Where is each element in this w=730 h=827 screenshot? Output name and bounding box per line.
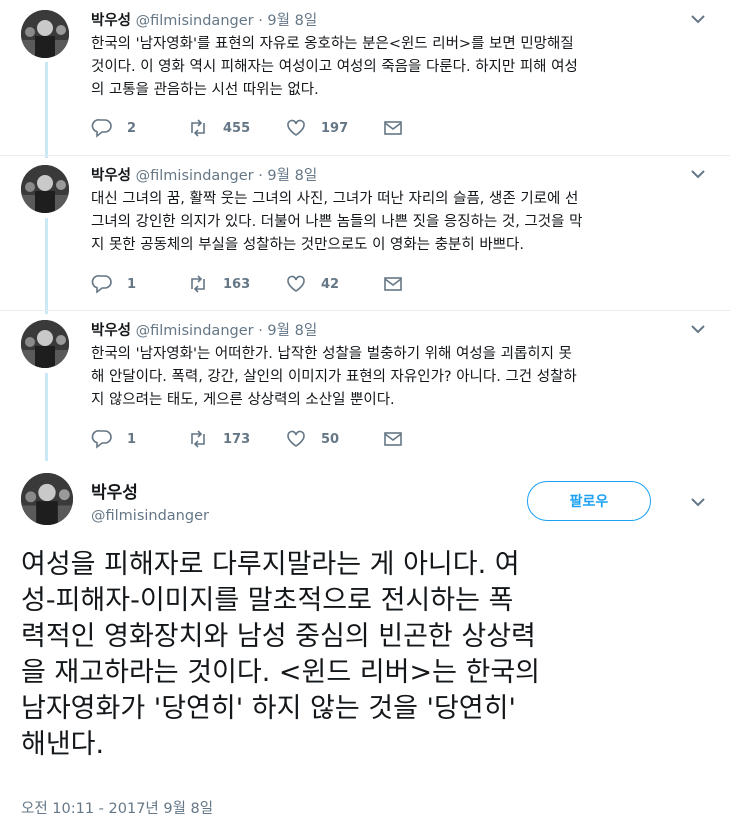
envelope-icon [384, 432, 402, 446]
author-meta[interactable]: @filmisindanger · 9월 8일 [136, 168, 318, 184]
text-line: 지 못한 공동체의 부실을 성찰하는 것만으로도 이 영화는 충분히 바쁘다. [91, 237, 524, 253]
text-line: 을 재고하라는 것이다. <윈드 리버>는 한국의 [21, 657, 541, 688]
text-line: 대신 그녀의 꿈, 활짝 웃는 그녀의 사진, 그녀가 떠난 자리의 슬픔, 생… [91, 191, 579, 207]
tweet-actions: 1 173 50 [91, 429, 421, 449]
reply-count: 1 [127, 276, 137, 292]
envelope-icon [384, 277, 402, 291]
tweet-header: 박우성 @filmisindanger · 9월 8일 [91, 9, 317, 30]
author-meta[interactable]: @filmisindanger · 9월 8일 [136, 323, 318, 339]
avatar[interactable] [21, 165, 69, 213]
avatar-photo [21, 10, 69, 58]
avatar-photo [21, 473, 73, 525]
chevron-down-icon[interactable] [688, 12, 708, 26]
main-tweet-text: 여성을 피해자로 다루지말라는 게 아니다. 여 성-피해자-이미지를 말초적으… [21, 547, 706, 763]
retweet-count: 173 [223, 431, 251, 447]
reply-count: 2 [127, 120, 137, 136]
heart-icon [287, 275, 305, 292]
dm-button[interactable] [383, 429, 417, 449]
retweet-button[interactable]: 163 [187, 274, 250, 294]
retweet-button[interactable]: 173 [187, 429, 250, 449]
avatar[interactable] [21, 320, 69, 368]
text-line: 해낸다. [21, 729, 105, 760]
like-button[interactable]: 42 [285, 274, 339, 294]
text-line: 남자영화가 '당연히' 하지 않는 것을 '당연히' [21, 693, 516, 724]
envelope-icon [384, 121, 402, 135]
tweet-text: 한국의 '남자영화'는 어떠한가. 납작한 성찰을 벌충하기 위해 여성을 괴롭… [91, 343, 691, 412]
avatar-photo [21, 320, 69, 368]
like-count: 50 [321, 431, 340, 447]
author-name[interactable]: 박우성 [91, 323, 131, 339]
follow-button[interactable]: 팔로우 [527, 481, 651, 521]
text-line: 력적인 영화장치와 남성 중심의 빈곤한 상상력 [21, 621, 536, 652]
chevron-down-icon[interactable] [688, 167, 708, 181]
author-handle[interactable]: @filmisindanger [91, 508, 209, 524]
reply-button[interactable]: 2 [91, 118, 136, 138]
avatar[interactable] [21, 473, 73, 525]
author-meta[interactable]: @filmisindanger · 9월 8일 [136, 13, 318, 29]
thread-tweet[interactable]: 박우성 @filmisindanger · 9월 8일 한국의 '남자영화'를 … [0, 0, 730, 155]
chevron-down-icon[interactable] [688, 495, 708, 509]
text-line: 성-피해자-이미지를 말초적으로 전시하는 폭 [21, 585, 514, 616]
like-count: 42 [321, 276, 340, 292]
reply-icon [91, 119, 112, 138]
retweet-icon [191, 119, 205, 137]
author-name[interactable]: 박우성 [91, 478, 138, 503]
retweet-count: 455 [223, 120, 251, 136]
reply-icon [91, 275, 112, 294]
like-button[interactable]: 197 [285, 118, 348, 138]
heart-icon [287, 430, 305, 447]
reply-button[interactable]: 1 [91, 274, 136, 294]
retweet-icon [191, 275, 205, 293]
author-name[interactable]: 박우성 [91, 13, 131, 29]
text-line: 해 안달이다. 폭력, 강간, 살인의 이미지가 표현의 자유인가? 아니다. … [91, 369, 577, 385]
text-line: 그녀의 강인한 의지가 있다. 더불어 나쁜 놈들의 나쁜 짓을 응징하는 것,… [91, 214, 583, 230]
tweet-header: 박우성 @filmisindanger · 9월 8일 [91, 164, 317, 185]
avatar[interactable] [21, 10, 69, 58]
tweet-actions: 1 163 42 [91, 274, 421, 294]
reply-count: 1 [127, 431, 137, 447]
retweet-button[interactable]: 455 [187, 118, 250, 138]
tweet-header: 박우성 @filmisindanger · 9월 8일 [91, 319, 317, 340]
text-line: 여성을 피해자로 다루지말라는 게 아니다. 여 [21, 549, 520, 580]
chevron-down-icon[interactable] [688, 322, 708, 336]
retweet-icon [191, 430, 205, 448]
reply-button[interactable]: 1 [91, 429, 136, 449]
tweet-text: 대신 그녀의 꿈, 활짝 웃는 그녀의 사진, 그녀가 떠난 자리의 슬픔, 생… [91, 188, 691, 257]
retweet-count: 163 [223, 276, 251, 292]
dm-button[interactable] [383, 274, 417, 294]
tweet-text: 한국의 '남자영화'를 표현의 자유로 옹호하는 분은<윈드 리버>를 보면 민… [91, 33, 691, 102]
text-line: 한국의 '남자영화'를 표현의 자유로 옹호하는 분은<윈드 리버>를 보면 민… [91, 36, 574, 52]
thread-tweet[interactable]: 박우성 @filmisindanger · 9월 8일 한국의 '남자영화'는 … [0, 311, 730, 461]
like-button[interactable]: 50 [285, 429, 339, 449]
text-line: 지 않으려는 태도, 게으른 상상력의 소산일 뿐이다. [91, 392, 395, 408]
thread-tweet[interactable]: 박우성 @filmisindanger · 9월 8일 대신 그녀의 꿈, 활짝… [0, 156, 730, 311]
tweet-timestamp[interactable]: 오전 10:11 - 2017년 9월 8일 [21, 797, 213, 818]
dm-button[interactable] [383, 118, 417, 138]
reply-icon [91, 430, 112, 449]
text-line: 것이다. 이 영화 역시 피해자는 여성이고 여성의 죽음을 다룬다. 하지만 … [91, 59, 578, 75]
text-line: 의 고통을 관음하는 시선 따위는 없다. [91, 82, 319, 98]
author-name[interactable]: 박우성 [91, 168, 131, 184]
tweet-actions: 2 455 197 [91, 118, 421, 138]
avatar-photo [21, 165, 69, 213]
text-line: 한국의 '남자영화'는 어떠한가. 납작한 성찰을 벌충하기 위해 여성을 괴롭… [91, 346, 572, 362]
heart-icon [287, 119, 305, 136]
like-count: 197 [321, 120, 349, 136]
